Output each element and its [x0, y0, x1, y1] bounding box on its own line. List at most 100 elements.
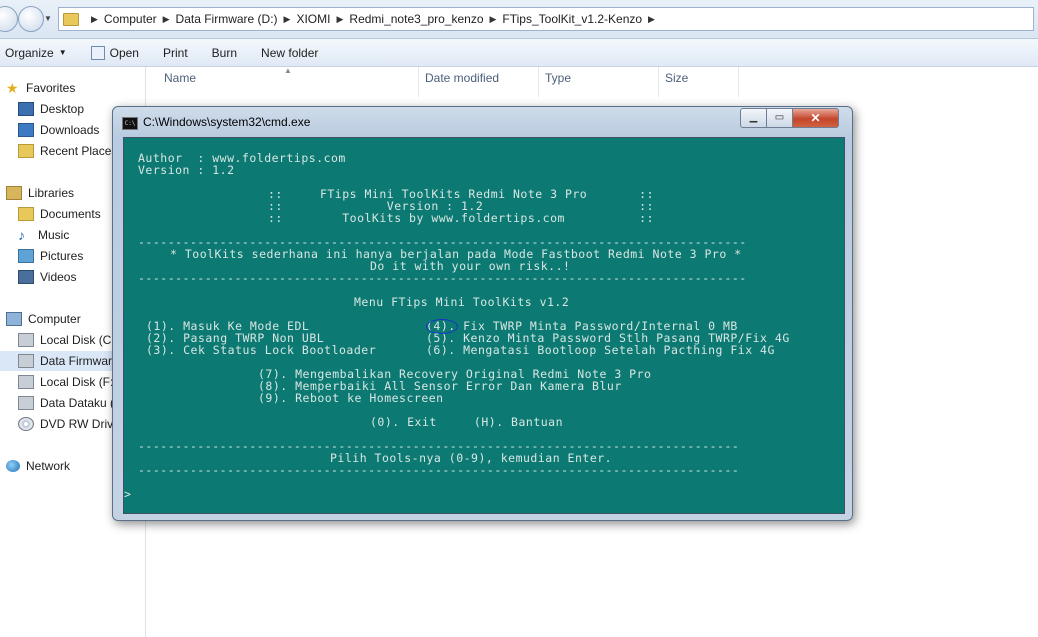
column-divider[interactable] — [738, 67, 739, 97]
new-folder-button[interactable]: New folder — [249, 46, 330, 60]
menu-option-3: (3). Cek Status Lock Bootloader — [146, 343, 377, 357]
nav-dvd-drive[interactable]: DVD RW Drive — [18, 414, 120, 434]
back-button[interactable] — [0, 6, 18, 32]
libraries-icon — [6, 186, 22, 200]
menu-exit-help: (0). Exit (H). Bantuan — [370, 415, 564, 429]
console-version: Version : 1.2 — [138, 163, 235, 177]
nav-label: Local Disk (C:) — [40, 333, 119, 347]
column-divider[interactable] — [658, 67, 659, 97]
nav-videos[interactable]: Videos — [18, 267, 76, 287]
computer-icon — [6, 312, 22, 326]
hand-drawn-circle-annotation — [426, 319, 458, 334]
chevron-right-icon[interactable]: ▶ — [648, 14, 655, 25]
nav-label: Music — [38, 228, 70, 242]
breadcrumb-data-firmware[interactable]: Data Firmware (D:) — [176, 12, 278, 26]
folder-icon — [63, 12, 79, 26]
open-button[interactable]: Open — [79, 45, 151, 60]
chevron-right-icon[interactable]: ▶ — [91, 14, 98, 25]
nav-data-dataku[interactable]: Data Dataku ( — [18, 393, 114, 413]
chevron-right-icon[interactable]: ▶ — [284, 14, 291, 25]
cmd-titlebar[interactable]: C:\ C:\Windows\system32\cmd.exe ▁ ▭ ✕ — [113, 107, 852, 137]
chevron-down-icon: ▼ — [58, 48, 67, 57]
nav-network[interactable]: Network — [6, 456, 70, 476]
console-divider: ----------------------------------------… — [138, 271, 747, 285]
drive-icon — [18, 333, 34, 347]
dvd-icon — [18, 417, 34, 431]
downloads-icon — [18, 123, 34, 137]
nav-label: Libraries — [28, 186, 75, 200]
minimize-button[interactable]: ▁ — [740, 108, 767, 128]
nav-local-disk-f[interactable]: Local Disk (F:) — [18, 372, 117, 392]
nav-label: DVD RW Drive — [40, 417, 120, 431]
nav-downloads[interactable]: Downloads — [18, 120, 99, 140]
breadcrumb-xiomi[interactable]: XIOMI — [296, 12, 330, 26]
nav-label: Computer — [28, 312, 81, 326]
nav-label: Documents — [40, 207, 101, 221]
column-divider[interactable] — [538, 67, 539, 97]
nav-music[interactable]: ♪ Music — [18, 225, 69, 245]
cmd-title: C:\Windows\system32\cmd.exe — [143, 115, 311, 129]
console-menu-title: Menu FTips Mini ToolKits v1.2 — [354, 295, 570, 309]
burn-button[interactable]: Burn — [200, 46, 249, 60]
forward-button[interactable] — [18, 6, 44, 32]
nav-label: Desktop — [40, 102, 85, 116]
nav-label: Videos — [40, 270, 77, 284]
nav-pictures[interactable]: Pictures — [18, 246, 83, 266]
breadcrumb[interactable]: ▶ Computer ▶ Data Firmware (D:) ▶ XIOMI … — [58, 7, 1034, 31]
music-icon: ♪ — [18, 227, 25, 243]
console-banner: :: ToolKits by www.foldertips.com :: — [268, 211, 655, 225]
nav-documents[interactable]: Documents — [18, 204, 101, 224]
menu-option-9: (9). Reboot ke Homescreen — [258, 391, 444, 405]
recent-pages-dropdown-icon[interactable]: ▼ — [44, 14, 52, 23]
console-output[interactable]: Author : www.foldertips.com Version : 1.… — [123, 137, 845, 514]
nav-label: Local Disk (F:) — [40, 375, 118, 389]
nav-label: Pictures — [40, 249, 84, 263]
column-type[interactable]: Type — [545, 71, 571, 85]
nav-label: Data Dataku ( — [40, 396, 115, 410]
drive-icon — [18, 396, 34, 410]
menu-option-6: (6). Mengatasi Bootloop Setelah Pacthing… — [426, 343, 775, 357]
cmd-icon: C:\ — [122, 117, 138, 130]
print-button[interactable]: Print — [151, 46, 200, 60]
recent-places-icon — [18, 144, 34, 158]
nav-label: Recent Places — [40, 144, 118, 158]
desktop-icon — [18, 102, 34, 116]
console-input-cursor[interactable]: > — [124, 488, 131, 500]
column-name[interactable]: Name — [164, 71, 196, 85]
column-date-modified[interactable]: Date modified — [425, 71, 499, 85]
nav-label: Downloads — [40, 123, 100, 137]
breadcrumb-computer[interactable]: Computer — [104, 12, 157, 26]
documents-icon — [18, 207, 34, 221]
nav-label: Data Firmware — [40, 354, 119, 368]
nav-libraries[interactable]: Libraries — [6, 183, 74, 203]
nav-favorites[interactable]: ★ Favorites — [6, 78, 75, 98]
breadcrumb-ftips-toolkit[interactable]: FTips_ToolKit_v1.2-Kenzo — [502, 12, 642, 26]
chevron-right-icon[interactable]: ▶ — [336, 14, 343, 25]
star-icon: ★ — [6, 80, 19, 96]
open-icon — [90, 45, 105, 60]
nav-local-disk-c[interactable]: Local Disk (C:) — [18, 330, 119, 350]
sort-up-icon: ▲ — [284, 66, 292, 75]
pictures-icon — [18, 249, 34, 263]
cmd-window: C:\ C:\Windows\system32\cmd.exe ▁ ▭ ✕ Au… — [112, 106, 853, 521]
open-label: Open — [109, 45, 139, 60]
column-divider[interactable] — [418, 67, 419, 97]
drive-icon — [18, 354, 34, 368]
drive-icon — [18, 375, 34, 389]
nav-label: Network — [26, 459, 71, 473]
close-button[interactable]: ✕ — [792, 108, 839, 128]
nav-label: Favorites — [26, 81, 76, 95]
column-size[interactable]: Size — [665, 71, 688, 85]
console-divider: ----------------------------------------… — [138, 463, 740, 477]
chevron-right-icon[interactable]: ▶ — [490, 14, 497, 25]
maximize-button[interactable]: ▭ — [766, 108, 793, 128]
videos-icon — [18, 270, 34, 284]
breadcrumb-redmi-note3[interactable]: Redmi_note3_pro_kenzo — [349, 12, 483, 26]
organize-button[interactable]: Organize ▼ — [0, 46, 79, 60]
nav-desktop[interactable]: Desktop — [18, 99, 84, 119]
nav-recent-places[interactable]: Recent Places — [18, 141, 117, 161]
chevron-right-icon[interactable]: ▶ — [163, 14, 170, 25]
command-bar: Organize ▼ Open Print Burn New folder — [0, 39, 1038, 67]
organize-label: Organize — [5, 45, 54, 60]
nav-computer[interactable]: Computer — [6, 309, 81, 329]
